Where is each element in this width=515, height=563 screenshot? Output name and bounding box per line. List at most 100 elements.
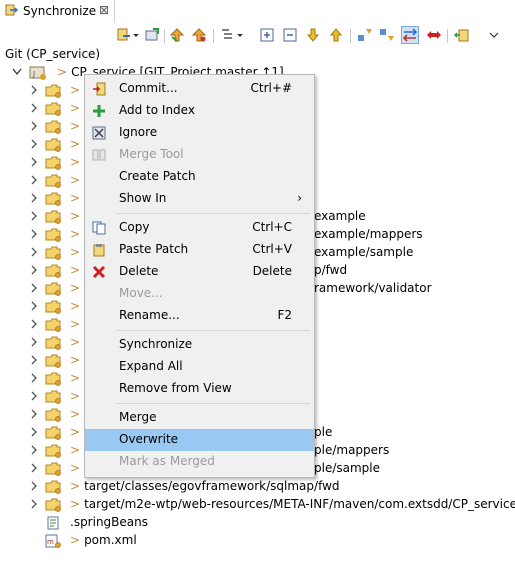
row-label-tail: example (314, 209, 366, 223)
menu-item-move[interactable]: Move... (85, 283, 314, 305)
outgoing-marker: > (70, 407, 81, 421)
tree-row[interactable]: > target/classes/egovframework/sqlmap/fwd (0, 478, 515, 496)
menu-item-commit[interactable]: Commit... Ctrl+# (85, 78, 314, 100)
folder-icon (45, 354, 62, 368)
next-difference-icon[interactable] (305, 27, 321, 43)
ignore-icon (92, 126, 106, 140)
tree-file-row[interactable]: m > pom.xml (0, 532, 515, 550)
folder-icon (45, 246, 62, 260)
outgoing-marker: > (70, 335, 81, 349)
menu-item-copy[interactable]: Copy Ctrl+C (85, 217, 314, 239)
row-label-tail: p/fwd (314, 263, 348, 277)
expand-all-icon[interactable] (259, 27, 275, 43)
layout-icon[interactable] (220, 27, 236, 43)
file-label: pom.xml (84, 533, 137, 547)
chevron-right-icon[interactable] (30, 139, 38, 149)
outgoing-marker: > (70, 443, 81, 457)
chevron-right-icon[interactable] (30, 265, 38, 275)
chevron-right-icon[interactable] (30, 499, 38, 509)
chevron-right-icon[interactable] (30, 229, 38, 239)
folder-icon (45, 444, 62, 458)
chevron-right-icon[interactable] (30, 157, 38, 167)
chevron-right-icon[interactable] (30, 301, 38, 311)
view-tab-bar: Synchronize ⊠ (0, 0, 515, 24)
view-menu-icon[interactable] (488, 27, 500, 43)
chevron-right-icon[interactable] (30, 121, 38, 131)
chevron-down-icon[interactable] (132, 27, 140, 43)
menu-item-create-patch[interactable]: Create Patch (85, 166, 314, 188)
folder-icon (45, 336, 62, 350)
incoming-changes-icon[interactable] (169, 27, 185, 43)
close-icon[interactable]: ⊠ (99, 3, 109, 17)
chevron-right-icon[interactable] (30, 445, 38, 455)
menu-item-overwrite[interactable]: Overwrite (85, 429, 314, 451)
chevron-right-icon[interactable] (30, 193, 38, 203)
chevron-right-icon[interactable] (30, 319, 38, 329)
chevron-right-icon[interactable] (30, 175, 38, 185)
chevron-right-icon[interactable] (30, 463, 38, 473)
folder-icon (45, 300, 62, 314)
merge-tool-icon (92, 149, 106, 161)
outgoing-marker: > (70, 371, 81, 385)
incoming-mode-icon[interactable] (357, 27, 373, 43)
menu-item-expand-all[interactable]: Expand All (85, 356, 314, 378)
folder-icon (45, 156, 62, 170)
both-modes-icon[interactable] (401, 26, 419, 44)
menu-item-remove-from-view[interactable]: Remove from View (85, 378, 314, 400)
paste-icon (93, 244, 105, 257)
outgoing-mode-icon[interactable] (379, 27, 395, 43)
chevron-right-icon[interactable] (30, 409, 38, 419)
chevron-down-icon[interactable] (12, 68, 22, 76)
conflicts-mode-icon[interactable] (426, 27, 442, 43)
outgoing-marker: > (70, 245, 81, 259)
chevron-right-icon: › (297, 191, 302, 205)
outgoing-marker: > (70, 317, 81, 331)
previous-difference-icon[interactable] (328, 27, 344, 43)
chevron-right-icon[interactable] (30, 103, 38, 113)
menu-item-rename[interactable]: Rename... F2 (85, 305, 314, 327)
paste-icon[interactable] (454, 27, 470, 43)
menu-item-merge[interactable]: Merge (85, 407, 314, 429)
menu-item-merge-tool[interactable]: Merge Tool (85, 144, 314, 166)
view-toolbar (116, 24, 515, 48)
menu-separator (115, 330, 310, 331)
commit-icon (93, 82, 106, 96)
tab-synchronize[interactable]: Synchronize ⊠ (0, 0, 115, 23)
menu-item-add-to-index[interactable]: Add to Index (85, 100, 314, 122)
menu-item-mark-as-merged[interactable]: Mark as Merged (85, 451, 314, 473)
maven-pom-file-icon: m (45, 534, 62, 548)
chevron-right-icon[interactable] (30, 373, 38, 383)
chevron-right-icon[interactable] (30, 481, 38, 491)
pin-icon[interactable] (144, 27, 160, 43)
menu-item-paste-patch[interactable]: Paste Patch Ctrl+V (85, 239, 314, 261)
folder-icon (45, 228, 62, 242)
chevron-down-icon[interactable] (236, 27, 244, 43)
chevron-right-icon[interactable] (30, 247, 38, 257)
chevron-right-icon[interactable] (30, 427, 38, 437)
chevron-right-icon[interactable] (30, 211, 38, 221)
outgoing-marker: > (70, 461, 81, 475)
tree-file-row[interactable]: .springBeans (0, 514, 515, 532)
chevron-right-icon[interactable] (30, 391, 38, 401)
outgoing-marker: > (57, 65, 68, 79)
file-label: .springBeans (70, 515, 148, 529)
folder-icon (45, 264, 62, 278)
collapse-all-icon[interactable] (282, 27, 298, 43)
menu-item-delete[interactable]: Delete Delete (85, 261, 314, 283)
row-label-tail: ple/sample (314, 461, 381, 475)
folder-icon (45, 84, 62, 98)
menu-item-ignore[interactable]: Ignore (85, 122, 314, 144)
outgoing-marker: > (70, 227, 81, 241)
menu-item-synchronize[interactable]: Synchronize (85, 334, 314, 356)
folder-icon (45, 138, 62, 152)
chevron-right-icon[interactable] (30, 355, 38, 365)
tree-row[interactable]: > target/m2e-wtp/web-resources/META-INF/m… (0, 496, 515, 514)
chevron-right-icon[interactable] (30, 283, 38, 293)
chevron-right-icon[interactable] (30, 337, 38, 347)
menu-item-show-in[interactable]: Show In › (85, 188, 314, 210)
chevron-right-icon[interactable] (30, 85, 38, 95)
outgoing-marker: > (70, 425, 81, 439)
folder-icon (45, 408, 62, 422)
synchronize-icon[interactable] (116, 27, 132, 43)
outgoing-changes-icon[interactable] (191, 27, 207, 43)
